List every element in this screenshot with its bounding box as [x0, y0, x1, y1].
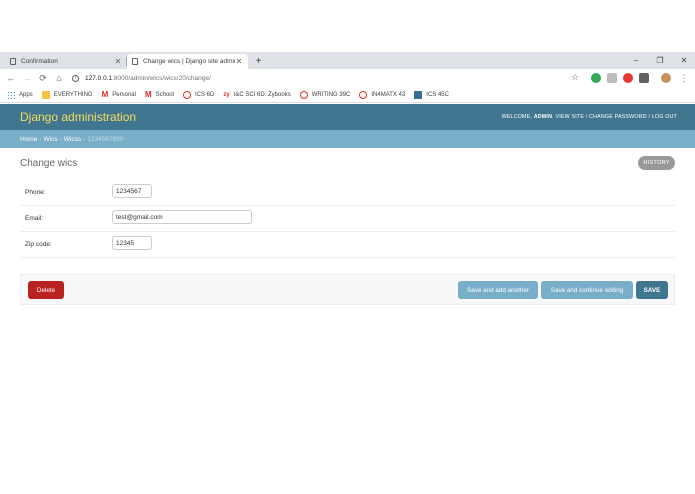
- desktop-background: [0, 0, 695, 52]
- username: admin: [533, 114, 553, 120]
- bookmark-label: EVERYTHING: [53, 91, 93, 98]
- bookmark-label: School: [155, 91, 174, 98]
- zip-code-field[interactable]: [112, 236, 152, 250]
- document-icon: [10, 58, 16, 65]
- phone-label: Phone:: [25, 189, 46, 196]
- breadcrumb-separator: ›: [83, 135, 86, 143]
- new-tab-button[interactable]: +: [252, 55, 265, 68]
- delete-button[interactable]: Delete: [28, 281, 64, 299]
- separator: /: [648, 114, 651, 120]
- browser-toolbar: ← → ⟳ ⌂ i 127.0.0.1 :8000/admin/wics/wic…: [0, 69, 695, 87]
- opera-extension-icon[interactable]: [623, 73, 633, 83]
- save-and-continue-button[interactable]: Save and continue editing: [541, 281, 633, 299]
- back-arrow-icon[interactable]: ←: [5, 72, 17, 84]
- bookmark-label: WRITING 39C: [311, 91, 351, 98]
- url-path: :8000/admin/wics/wics/20/change/: [112, 74, 211, 82]
- history-button[interactable]: History: [638, 156, 675, 170]
- tab-confirmation[interactable]: Confirmation ✕: [5, 54, 127, 69]
- form-row-zip: Zip code:: [20, 232, 675, 258]
- document-icon: [132, 58, 138, 65]
- square-icon: [414, 90, 423, 99]
- breadcrumb-home[interactable]: Home: [20, 136, 37, 143]
- close-window-button[interactable]: ✕: [674, 54, 694, 67]
- gmail-icon: M: [144, 90, 152, 99]
- bookmark-label: I&C SCI 6D: Zybooks: [233, 91, 291, 98]
- home-icon[interactable]: ⌂: [53, 72, 65, 84]
- zip-code-label: Zip code:: [25, 241, 52, 248]
- bookmark-label: Apps: [19, 91, 33, 98]
- bookmark-label: Personal: [112, 91, 136, 98]
- avatar[interactable]: [661, 73, 671, 83]
- tab-title: Change wics | Django site admin: [143, 58, 235, 65]
- reload-icon[interactable]: ⟳: [37, 72, 49, 84]
- email-field[interactable]: [112, 210, 252, 224]
- address-bar[interactable]: i 127.0.0.1 :8000/admin/wics/wics/20/cha…: [72, 71, 582, 85]
- change-password-link[interactable]: Change password: [589, 114, 647, 120]
- welcome-text: Welcome,: [501, 114, 533, 120]
- breadcrumb-separator: ›: [39, 135, 42, 143]
- site-brand[interactable]: Django administration: [20, 110, 136, 124]
- email-label: Email:: [25, 215, 44, 222]
- breadcrumb-separator: ›: [59, 135, 62, 143]
- save-button[interactable]: Save: [636, 281, 668, 299]
- breadcrumb-object: 1234567890: [87, 135, 124, 143]
- minimize-button[interactable]: –: [626, 54, 646, 67]
- bookmark-personal[interactable]: M Personal: [102, 90, 136, 99]
- log-out-link[interactable]: Log out: [652, 114, 677, 120]
- extension-icon[interactable]: [607, 73, 617, 83]
- form-row-phone: Phone:: [20, 180, 675, 206]
- forward-arrow-icon[interactable]: →: [21, 72, 33, 84]
- bookmark-star-icon[interactable]: ☆: [571, 72, 579, 83]
- zybooks-icon: zy: [223, 91, 230, 98]
- close-tab-icon[interactable]: ✕: [235, 57, 243, 66]
- phone-field[interactable]: [112, 184, 152, 198]
- breadcrumb: Home › Wics › Wicss › 1234567890: [0, 130, 695, 148]
- separator: /: [585, 114, 588, 120]
- bookmark-in4matx-43[interactable]: IN4MATX 43: [359, 90, 406, 99]
- view-site-link[interactable]: View site: [555, 114, 584, 120]
- submit-row: Delete Save and add another Save and con…: [20, 274, 675, 305]
- bookmark-ics-6d[interactable]: ICS 6D: [182, 90, 215, 99]
- ring-icon: [359, 90, 368, 99]
- tab-change-wics[interactable]: Change wics | Django site admin ✕: [127, 54, 248, 69]
- bookmark-writing-39c[interactable]: WRITING 39C: [299, 90, 351, 99]
- admin-header: Django administration Welcome, admin. Vi…: [0, 104, 695, 130]
- url-host: 127.0.0.1: [85, 74, 113, 82]
- save-and-add-another-button[interactable]: Save and add another: [458, 281, 538, 299]
- breadcrumb-model[interactable]: Wicss: [64, 136, 81, 143]
- grammarly-extension-icon[interactable]: [591, 73, 601, 83]
- gmail-icon: M: [101, 90, 109, 99]
- extension-icon[interactable]: [639, 73, 649, 83]
- bookmark-label: ICS 6D: [194, 91, 215, 98]
- bookmark-label: IN4MATX 43: [371, 91, 406, 98]
- info-icon[interactable]: i: [72, 74, 79, 82]
- close-tab-icon[interactable]: ✕: [114, 57, 122, 66]
- folder-icon: [41, 90, 50, 99]
- bookmark-everything[interactable]: EVERYTHING: [41, 90, 93, 99]
- bookmark-label: ICS 45C: [426, 91, 449, 98]
- page-title: Change wics: [20, 158, 78, 169]
- apps-grid-icon: [7, 90, 15, 99]
- restore-button[interactable]: ❐: [650, 54, 670, 67]
- form-row-email: Email:: [20, 206, 675, 232]
- bookmarks-bar: Apps EVERYTHING M Personal M School ICS …: [0, 87, 695, 103]
- user-tools: Welcome, admin. View site / Change passw…: [501, 114, 677, 120]
- browser-tab-strip: Confirmation ✕ Change wics | Django site…: [0, 52, 695, 69]
- ring-icon: [299, 90, 308, 99]
- tab-title: Confirmation: [21, 58, 58, 65]
- bookmark-school[interactable]: M School: [145, 90, 174, 99]
- ring-icon: [182, 90, 191, 99]
- breadcrumb-app[interactable]: Wics: [44, 136, 58, 143]
- bookmark-ics-45c[interactable]: ICS 45C: [414, 90, 449, 99]
- menu-kebab-icon[interactable]: ⋮: [678, 72, 690, 84]
- bookmark-zybooks[interactable]: zy I&C SCI 6D: Zybooks: [223, 92, 290, 98]
- bookmark-apps[interactable]: Apps: [7, 90, 33, 99]
